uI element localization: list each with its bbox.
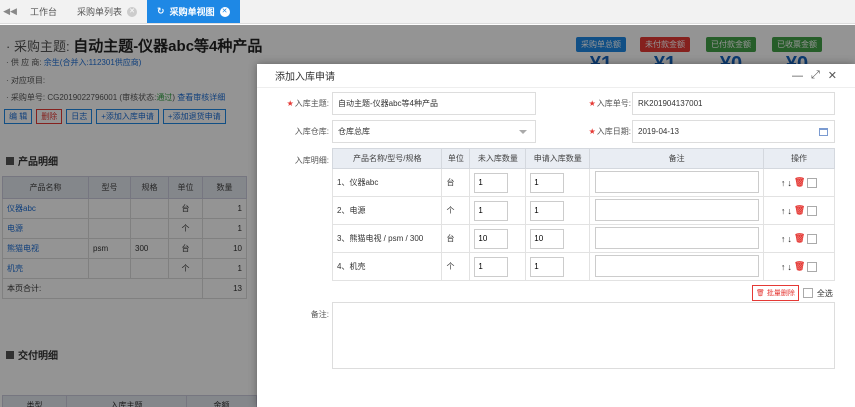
apply-qty-input[interactable] <box>530 200 565 221</box>
tab-scroll-left-icon[interactable]: ◀◀ <box>0 0 20 23</box>
table-row: 2、电源 个 ↑↓🗑 <box>331 196 835 225</box>
dialog-header: 添加入库申请 — ⤢ ✕ <box>257 64 855 88</box>
apply-qty-input[interactable] <box>530 256 565 277</box>
apply-qty-input[interactable] <box>530 228 565 249</box>
trash-icon[interactable]: 🗑 <box>794 233 805 244</box>
date-field[interactable]: 2019-04-13 <box>632 120 835 143</box>
table-row: 1、仪器abc 台 ↑↓🗑 <box>331 168 835 197</box>
tab-purchase-view[interactable]: ↻ 采购单视图 ✕ <box>147 0 240 23</box>
subject-label: ★入库主题: <box>286 99 329 108</box>
pending-qty-input[interactable] <box>474 200 509 221</box>
table-row: 3、熊猫电视 / psm / 300 台 ↑↓🗑 <box>331 224 835 253</box>
close-tab-icon[interactable]: ✕ <box>219 6 230 17</box>
date-label: ★入库日期: <box>588 127 631 136</box>
tab-bar: ◀◀ 工作台 采购单列表 ✕ ↻ 采购单视图 ✕ <box>0 0 855 24</box>
row-checkbox[interactable] <box>807 261 818 272</box>
subject-field[interactable]: 自动主题-仪器abc等4种产品 <box>332 92 536 115</box>
row-checkbox[interactable] <box>807 233 818 244</box>
move-down-icon[interactable]: ↓ <box>787 262 792 272</box>
order-no-label: ★入库单号: <box>588 99 631 108</box>
move-down-icon[interactable]: ↓ <box>787 234 792 244</box>
trash-icon[interactable]: 🗑 <box>794 177 805 188</box>
chevron-down-icon <box>519 130 527 134</box>
order-no-field[interactable]: RK201904137001 <box>632 92 835 115</box>
note-input[interactable] <box>594 198 759 221</box>
maximize-icon[interactable]: ⤢ <box>811 69 820 82</box>
dialog-title: 添加入库申请 <box>275 72 335 83</box>
inbound-detail-table: 产品名称/型号/规格 单位 未入库数量 申请入库数量 备注 操作 1、仪器abc… <box>331 148 835 281</box>
detail-label: 入库明细: <box>294 156 329 165</box>
refresh-icon[interactable]: ↻ <box>157 6 165 17</box>
move-up-icon[interactable]: ↑ <box>781 234 786 244</box>
note-input[interactable] <box>594 226 759 249</box>
warehouse-label: 入库仓库: <box>294 127 329 136</box>
apply-qty-input[interactable] <box>530 172 565 193</box>
remark-textarea[interactable] <box>332 302 835 369</box>
note-input[interactable] <box>594 170 759 193</box>
trash-icon[interactable]: 🗑 <box>794 261 805 272</box>
pending-qty-input[interactable] <box>474 172 509 193</box>
tab-purchase-list[interactable]: 采购单列表 ✕ <box>67 0 147 23</box>
pending-qty-input[interactable] <box>474 256 509 277</box>
trash-icon[interactable]: 🗑 <box>794 205 805 216</box>
close-icon[interactable]: ✕ <box>828 69 837 82</box>
select-all-checkbox[interactable] <box>802 288 813 298</box>
remark-label: 备注: <box>310 310 329 319</box>
batch-delete-button[interactable]: 🗑 批量删除 <box>752 285 799 301</box>
row-checkbox[interactable] <box>807 177 818 188</box>
batch-actions: 🗑 批量删除 全选 <box>752 285 833 301</box>
move-up-icon[interactable]: ↑ <box>781 262 786 272</box>
move-up-icon[interactable]: ↑ <box>781 178 786 188</box>
move-down-icon[interactable]: ↓ <box>787 206 792 216</box>
close-tab-icon[interactable]: ✕ <box>127 6 138 17</box>
add-inbound-dialog: 添加入库申请 — ⤢ ✕ ★入库主题: 自动主题-仪器abc等4种产品 ★入库单… <box>257 64 855 407</box>
minimize-icon[interactable]: — <box>792 70 803 82</box>
tab-workbench[interactable]: 工作台 <box>20 0 67 23</box>
table-row: 4、机壳 个 ↑↓🗑 <box>331 252 835 281</box>
move-up-icon[interactable]: ↑ <box>781 206 786 216</box>
warehouse-select[interactable]: 仓库总库 <box>332 120 536 143</box>
pending-qty-input[interactable] <box>474 228 509 249</box>
move-down-icon[interactable]: ↓ <box>787 178 792 188</box>
select-all-label: 全选 <box>816 288 833 298</box>
note-input[interactable] <box>594 254 759 277</box>
calendar-icon[interactable] <box>819 128 828 136</box>
row-checkbox[interactable] <box>807 205 818 216</box>
